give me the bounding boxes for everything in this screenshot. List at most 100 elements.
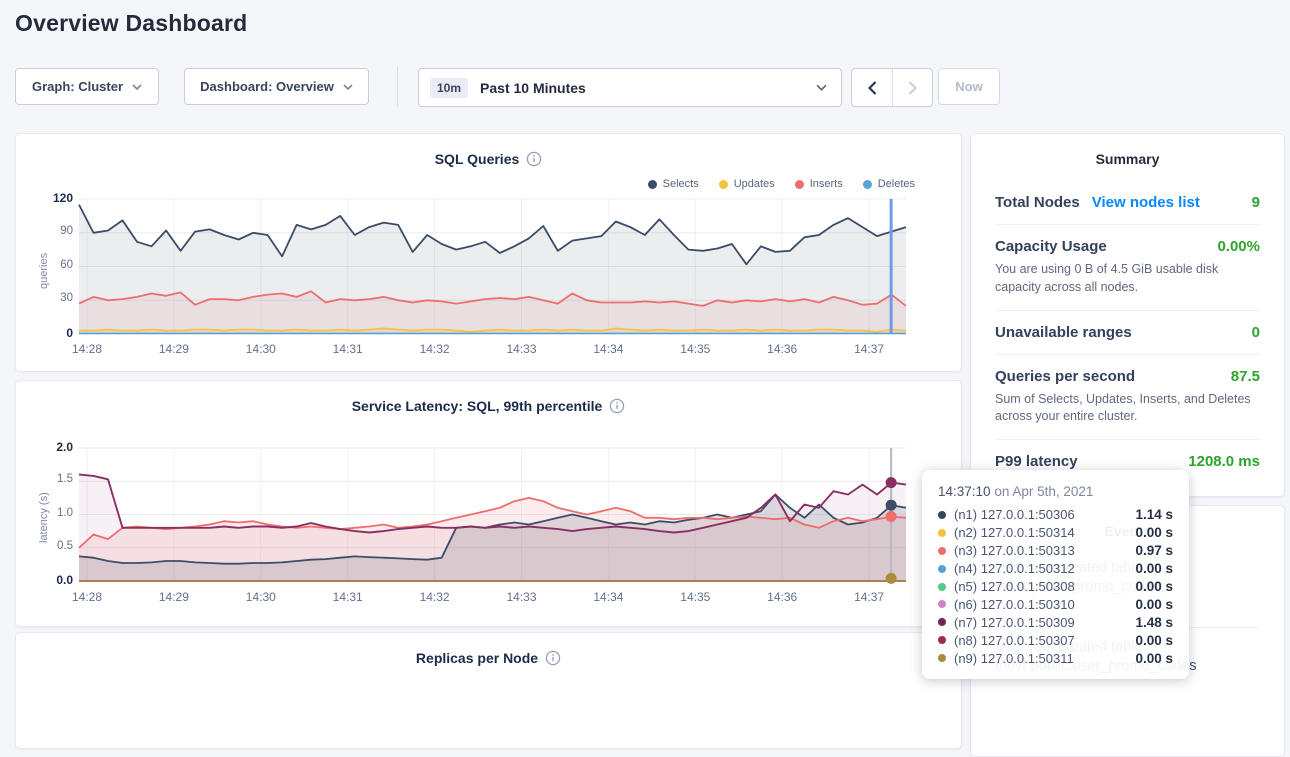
info-icon[interactable] <box>526 151 542 167</box>
summary-value: 87.5 <box>1231 368 1260 385</box>
legend-label: Inserts <box>810 178 843 190</box>
chart-tooltip: 14:37:10 on Apr 5th, 2021 (n1) 127.0.0.1… <box>922 470 1189 679</box>
summary-label: P99 latency <box>995 453 1078 470</box>
time-prev-button[interactable] <box>852 69 892 106</box>
now-button[interactable]: Now <box>938 68 1000 105</box>
node-color-dot-icon <box>938 547 946 555</box>
chart-title-text: Service Latency: SQL, 99th percentile <box>352 398 603 414</box>
tooltip-node-row: (n6) 127.0.0.1:50310 0.00 s <box>938 595 1173 613</box>
tooltip-node-row: (n7) 127.0.0.1:50309 1.48 s <box>938 613 1173 631</box>
replicas-per-node-card: Replicas per Node <box>15 632 962 749</box>
summary-description: Sum of Selects, Updates, Inserts, and De… <box>995 391 1260 427</box>
sql-chart-legend: Selects Updates Inserts Deletes <box>648 178 915 190</box>
summary-value: 0.00% <box>1217 238 1260 255</box>
time-next-button[interactable] <box>892 69 932 106</box>
summary-label: Total Nodes <box>995 194 1080 211</box>
sql-queries-title: SQL Queries <box>16 151 961 167</box>
node-address: (n8) 127.0.0.1:50307 <box>954 633 1075 648</box>
node-color-dot-icon <box>938 529 946 537</box>
replicas-per-node-title: Replicas per Node <box>16 650 961 666</box>
chevron-left-icon <box>868 81 877 95</box>
node-latency-value: 0.00 s <box>1135 579 1173 594</box>
time-step-buttons <box>851 68 933 107</box>
tooltip-node-row: (n2) 127.0.0.1:50314 0.00 s <box>938 524 1173 542</box>
summary-title: Summary <box>971 134 1284 167</box>
node-latency-value: 1.48 s <box>1135 615 1173 630</box>
node-color-dot-icon <box>938 636 946 644</box>
chevron-down-icon <box>816 84 827 91</box>
summary-queries-per-second: Queries per second 87.5 Sum of Selects, … <box>995 354 1260 440</box>
service-latency-title: Service Latency: SQL, 99th percentile <box>16 398 961 414</box>
node-latency-value: 0.00 s <box>1135 651 1173 666</box>
chart-title-text: SQL Queries <box>435 151 520 167</box>
summary-unavailable-ranges: Unavailable ranges 0 <box>995 310 1260 354</box>
graph-dropdown[interactable]: Graph: Cluster <box>15 68 159 105</box>
selects-dot-icon <box>648 180 657 189</box>
view-nodes-list-link[interactable]: View nodes list <box>1092 194 1200 211</box>
node-address: (n9) 127.0.0.1:50311 <box>954 651 1074 666</box>
graph-dropdown-label: Graph: Cluster <box>32 79 123 94</box>
node-latency-value: 0.97 s <box>1135 543 1173 558</box>
node-address: (n7) 127.0.0.1:50309 <box>954 615 1075 630</box>
node-latency-value: 1.14 s <box>1135 507 1173 522</box>
tooltip-date: on Apr 5th, 2021 <box>991 484 1094 499</box>
node-address: (n3) 127.0.0.1:50313 <box>954 543 1075 558</box>
dashboard-dropdown[interactable]: Dashboard: Overview <box>184 68 369 105</box>
node-address: (n2) 127.0.0.1:50314 <box>954 525 1075 540</box>
time-range-dropdown[interactable]: 10m Past 10 Minutes <box>418 68 842 107</box>
summary-label: Queries per second <box>995 368 1135 385</box>
dashboard-dropdown-label: Dashboard: Overview <box>200 79 334 94</box>
inserts-dot-icon <box>795 180 804 189</box>
time-range-badge: 10m <box>430 78 468 98</box>
summary-label: Unavailable ranges <box>995 324 1132 341</box>
node-latency-value: 0.00 s <box>1135 633 1173 648</box>
tooltip-node-row: (n8) 127.0.0.1:50307 0.00 s <box>938 631 1173 649</box>
service-latency-card: Service Latency: SQL, 99th percentile la… <box>15 380 962 627</box>
summary-value: 9 <box>1252 194 1260 211</box>
node-color-dot-icon <box>938 618 946 626</box>
tooltip-node-row: (n1) 127.0.0.1:50306 1.14 s <box>938 506 1173 524</box>
deletes-dot-icon <box>863 180 872 189</box>
node-color-dot-icon <box>938 600 946 608</box>
node-latency-value: 0.00 s <box>1135 525 1173 540</box>
node-address: (n4) 127.0.0.1:50312 <box>954 561 1075 576</box>
tooltip-time: 14:37:10 <box>938 484 991 499</box>
time-range-label: Past 10 Minutes <box>480 80 586 96</box>
latency-x-axis-ticks: 14:2814:2914:3014:3114:3214:3314:3414:35… <box>79 590 906 606</box>
info-icon[interactable] <box>609 398 625 414</box>
legend-label: Updates <box>734 178 775 190</box>
node-color-dot-icon <box>938 565 946 573</box>
sql-queries-chart[interactable] <box>79 199 906 334</box>
chevron-down-icon <box>132 84 142 90</box>
summary-items: Total Nodes View nodes list 9 Capacity U… <box>971 175 1284 483</box>
legend-item-deletes[interactable]: Deletes <box>863 178 915 190</box>
node-latency-value: 0.00 s <box>1135 561 1173 576</box>
summary-value: 1208.0 ms <box>1188 453 1260 470</box>
sql-y-axis-ticks: 1209060300 <box>16 199 73 334</box>
updates-dot-icon <box>719 180 728 189</box>
chevron-right-icon <box>908 81 917 95</box>
chart-title-text: Replicas per Node <box>416 650 538 666</box>
chevron-down-icon <box>343 84 353 90</box>
summary-panel: Summary Total Nodes View nodes list 9 Ca… <box>970 133 1285 497</box>
node-address: (n6) 127.0.0.1:50310 <box>954 597 1075 612</box>
summary-description: You are using 0 B of 4.5 GiB usable disk… <box>995 261 1260 297</box>
node-color-dot-icon <box>938 583 946 591</box>
page-title: Overview Dashboard <box>15 10 247 37</box>
legend-item-updates[interactable]: Updates <box>719 178 775 190</box>
node-color-dot-icon <box>938 654 946 662</box>
legend-item-selects[interactable]: Selects <box>648 178 699 190</box>
tooltip-node-row: (n9) 127.0.0.1:50311 0.00 s <box>938 649 1173 667</box>
sql-x-axis-ticks: 14:2814:2914:3014:3114:3214:3314:3414:35… <box>79 342 906 358</box>
service-latency-chart[interactable] <box>79 448 906 581</box>
node-latency-value: 0.00 s <box>1135 597 1173 612</box>
node-address: (n1) 127.0.0.1:50306 <box>954 507 1075 522</box>
info-icon[interactable] <box>545 650 561 666</box>
tooltip-node-row: (n4) 127.0.0.1:50312 0.00 s <box>938 560 1173 578</box>
controls-divider <box>397 66 398 107</box>
summary-label: Capacity Usage <box>995 238 1107 255</box>
tooltip-node-row: (n5) 127.0.0.1:50308 0.00 s <box>938 578 1173 596</box>
legend-item-inserts[interactable]: Inserts <box>795 178 843 190</box>
node-address: (n5) 127.0.0.1:50308 <box>954 579 1075 594</box>
latency-y-axis-ticks: 2.01.51.00.50.0 <box>16 448 73 581</box>
